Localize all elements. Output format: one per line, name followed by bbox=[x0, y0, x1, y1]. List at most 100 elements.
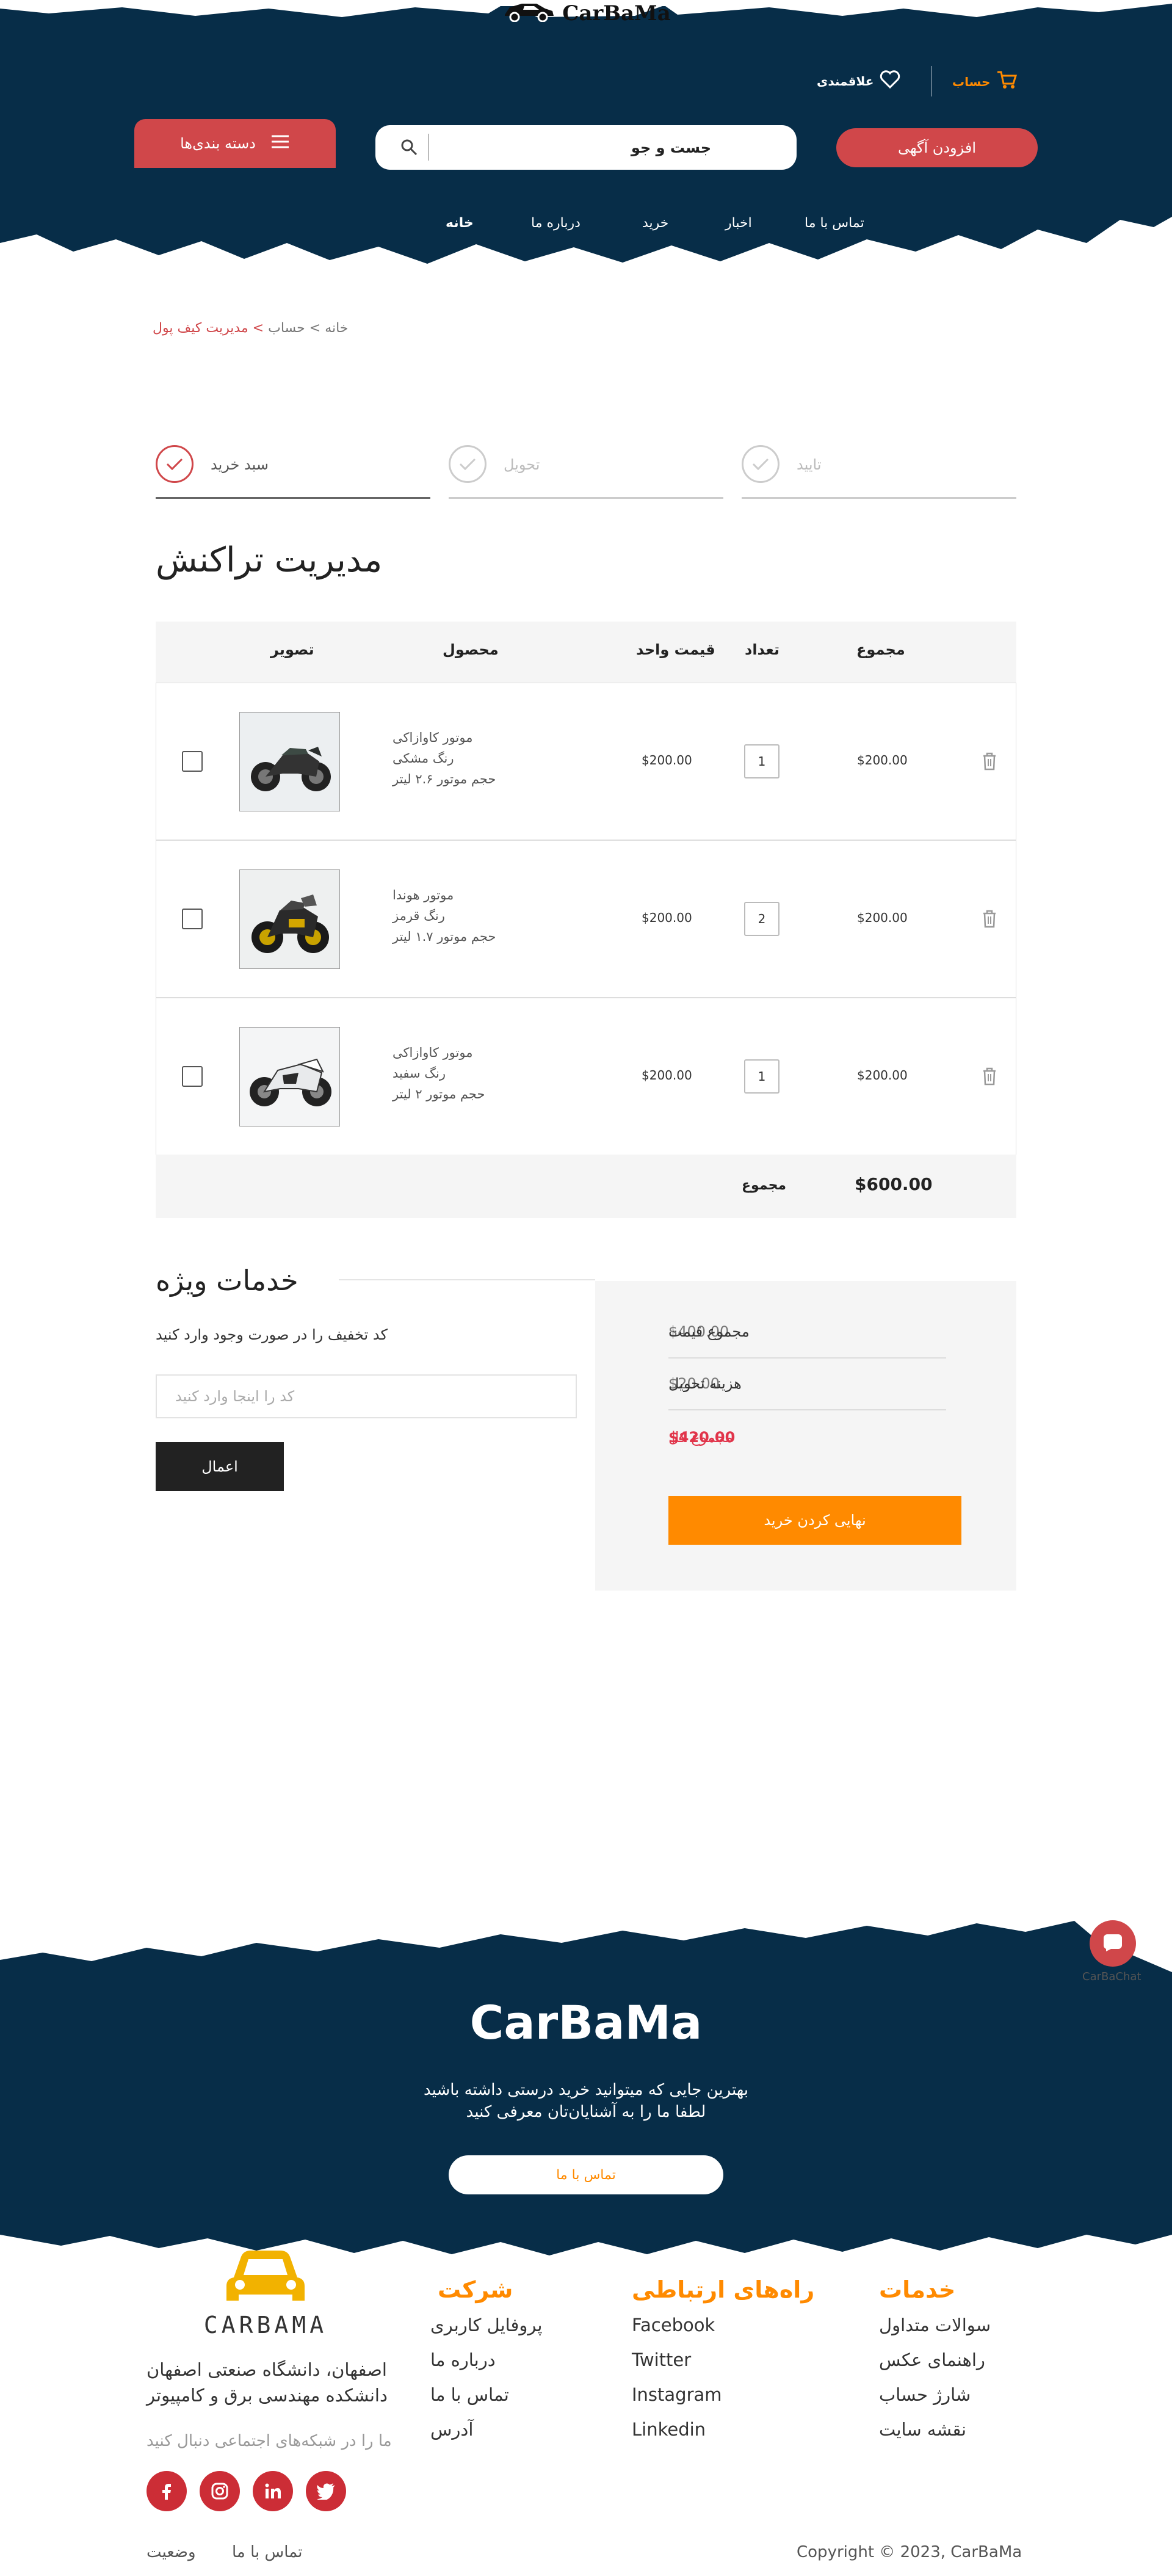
page-title: مدیریت تراکنش bbox=[156, 540, 383, 580]
table-footer: مجموع $600.00 bbox=[156, 1155, 1016, 1218]
quantity-input[interactable]: 1 bbox=[744, 744, 780, 778]
product-name[interactable]: موتور کاوازاکی bbox=[392, 1042, 485, 1063]
footer-contact-button[interactable]: تماس با ما bbox=[449, 2155, 723, 2194]
footer-link[interactable]: Facebook bbox=[632, 2308, 790, 2343]
header-divider bbox=[931, 66, 932, 96]
linkedin-icon[interactable] bbox=[253, 2471, 293, 2511]
coupon-input[interactable]: کد را اینجا وارد کنید bbox=[156, 1374, 577, 1418]
row-checkbox[interactable] bbox=[182, 909, 203, 929]
account-label: حساب bbox=[952, 74, 991, 89]
nav-contact[interactable]: تماس با ما bbox=[805, 216, 864, 231]
breadcrumb-home[interactable]: خانه bbox=[325, 321, 348, 336]
check-icon bbox=[742, 445, 780, 483]
favorites-link[interactable]: علاقمندی bbox=[817, 70, 900, 92]
breadcrumb: خانه > حساب > مدیریت کیف پول bbox=[153, 321, 348, 336]
product-engine: حجم موتور ۲.۶ لیتر bbox=[392, 772, 496, 786]
apply-coupon-button[interactable]: اعمال bbox=[156, 1442, 284, 1491]
chat-button[interactable] bbox=[1090, 1920, 1136, 1967]
car-logo-icon bbox=[501, 0, 556, 27]
copyright: Copyright © 2023, CarBaMa bbox=[797, 2543, 1022, 2561]
unit-price: $200.00 bbox=[642, 910, 692, 925]
tagline-line1: بهترین جایی که میتوانید خرید درستی داشته… bbox=[423, 2081, 749, 2099]
bottom-link-contact[interactable]: تماس با ما bbox=[232, 2543, 302, 2561]
checkout-label: نهایی کردن خرید bbox=[764, 1512, 866, 1529]
product-color: رنگ قرمز bbox=[392, 909, 445, 923]
column-title: خدمات bbox=[879, 2276, 956, 2303]
subtotal-label: مجموع قیمت bbox=[668, 1323, 750, 1340]
footer-link[interactable]: آدرس bbox=[430, 2412, 565, 2447]
header-unit-price: قیمت واحد bbox=[636, 641, 715, 658]
footer-link[interactable]: Twitter bbox=[632, 2343, 790, 2378]
section-divider bbox=[339, 1279, 595, 1280]
search-icon[interactable] bbox=[400, 134, 429, 161]
brand-name: CarBaMa bbox=[562, 1, 671, 26]
nav-home[interactable]: خانه bbox=[446, 216, 474, 231]
trash-icon[interactable] bbox=[980, 1065, 999, 1087]
footer-link[interactable]: سوالات متداول bbox=[879, 2308, 1026, 2343]
chat-label: CarBaChat bbox=[1082, 1970, 1141, 1983]
instagram-icon[interactable] bbox=[200, 2471, 240, 2511]
bottom-link-status[interactable]: وضعیت bbox=[146, 2543, 196, 2561]
row-total: $200.00 bbox=[857, 753, 908, 767]
step-confirm[interactable]: تایید bbox=[742, 443, 1016, 499]
product-image bbox=[239, 712, 340, 811]
column-title: شرکت bbox=[438, 2276, 513, 2303]
main-nav: خانه درباره ما خرید اخبار تماس با ما bbox=[0, 211, 1172, 235]
nav-news[interactable]: اخبار bbox=[725, 216, 752, 231]
footer-link[interactable]: پروفایل کاربری bbox=[430, 2308, 565, 2343]
breadcrumb-separator: > bbox=[309, 321, 321, 336]
delivery-label: هزینه تحویل bbox=[668, 1375, 742, 1392]
step-delivery[interactable]: تحویل bbox=[449, 443, 723, 499]
footer-link[interactable]: نقشه سایت bbox=[879, 2412, 1026, 2447]
step-cart[interactable]: سبد خرید bbox=[156, 443, 430, 499]
hamburger-icon bbox=[270, 134, 290, 153]
footer-link[interactable]: درباره ما bbox=[430, 2343, 565, 2378]
coupon-placeholder: کد را اینجا وارد کنید bbox=[175, 1388, 295, 1405]
header-total: مجموع bbox=[856, 641, 905, 658]
cart-icon bbox=[996, 70, 1018, 93]
address-line2: دانشکده مهندسی برق و کامپیوتر bbox=[146, 2385, 388, 2406]
footer-brand: CarBaMa bbox=[469, 1995, 703, 2050]
summary-delivery: $20.00 هزینه تحویل bbox=[668, 1360, 946, 1410]
header-quantity: تعداد bbox=[745, 641, 780, 658]
footer-link[interactable]: Instagram bbox=[632, 2378, 790, 2412]
search-bar[interactable]: جست و جو bbox=[375, 125, 797, 170]
check-icon bbox=[449, 445, 487, 483]
add-ad-button[interactable]: افزودن آگهی bbox=[836, 128, 1038, 167]
breadcrumb-current: مدیریت کیف پول bbox=[153, 321, 248, 336]
twitter-icon[interactable] bbox=[306, 2471, 346, 2511]
footer-link[interactable]: Linkedin bbox=[632, 2412, 790, 2447]
header-image: تصویر bbox=[270, 641, 314, 658]
checkout-button[interactable]: نهایی کردن خرید bbox=[668, 1496, 961, 1545]
brand-logo[interactable]: CarBaMa bbox=[505, 1, 671, 26]
nav-about[interactable]: درباره ما bbox=[531, 216, 581, 231]
trash-icon[interactable] bbox=[980, 750, 999, 772]
quantity-input[interactable]: 1 bbox=[744, 1059, 780, 1094]
product-image bbox=[239, 869, 340, 969]
table-header: تصویر محصول قیمت واحد تعداد مجموع bbox=[156, 622, 1016, 683]
nav-shop[interactable]: خرید bbox=[642, 216, 668, 231]
row-checkbox[interactable] bbox=[182, 1066, 203, 1087]
breadcrumb-account[interactable]: حساب bbox=[268, 321, 305, 336]
footer-total-value: $600.00 bbox=[855, 1174, 933, 1194]
quantity-input[interactable]: 2 bbox=[744, 902, 780, 936]
footer-column-contact: راه‌های ارتباطی Facebook Twitter Instagr… bbox=[632, 2276, 815, 2447]
product-color: رنگ سفید bbox=[392, 1066, 446, 1081]
facebook-icon[interactable] bbox=[146, 2471, 187, 2511]
footer-link[interactable]: راهنمای عکس bbox=[879, 2343, 1026, 2378]
product-name[interactable]: موتور هوندا bbox=[392, 885, 496, 905]
trash-icon[interactable] bbox=[980, 908, 999, 930]
product-description: موتور هوندا رنگ قرمز حجم موتور ۱.۷ لیتر bbox=[392, 885, 496, 947]
heart-icon bbox=[880, 70, 900, 92]
footer-link[interactable]: تماس با ما bbox=[430, 2378, 565, 2412]
account-link[interactable]: حساب bbox=[952, 70, 1018, 93]
product-name[interactable]: موتور کاوازاکی bbox=[392, 727, 496, 748]
categories-button[interactable]: دسته بندی‌ها bbox=[134, 119, 336, 168]
row-checkbox[interactable] bbox=[182, 751, 203, 772]
footer-link[interactable]: شارژ حساب bbox=[879, 2378, 1026, 2412]
search-input[interactable]: جست و جو bbox=[631, 139, 711, 156]
product-engine: حجم موتور ۱.۷ لیتر bbox=[392, 929, 496, 944]
column-title: راه‌های ارتباطی bbox=[632, 2276, 815, 2303]
footer-logo[interactable]: CARBAMA bbox=[198, 2247, 333, 2338]
summary-total: $420.00 مجموع کل bbox=[668, 1414, 946, 1464]
